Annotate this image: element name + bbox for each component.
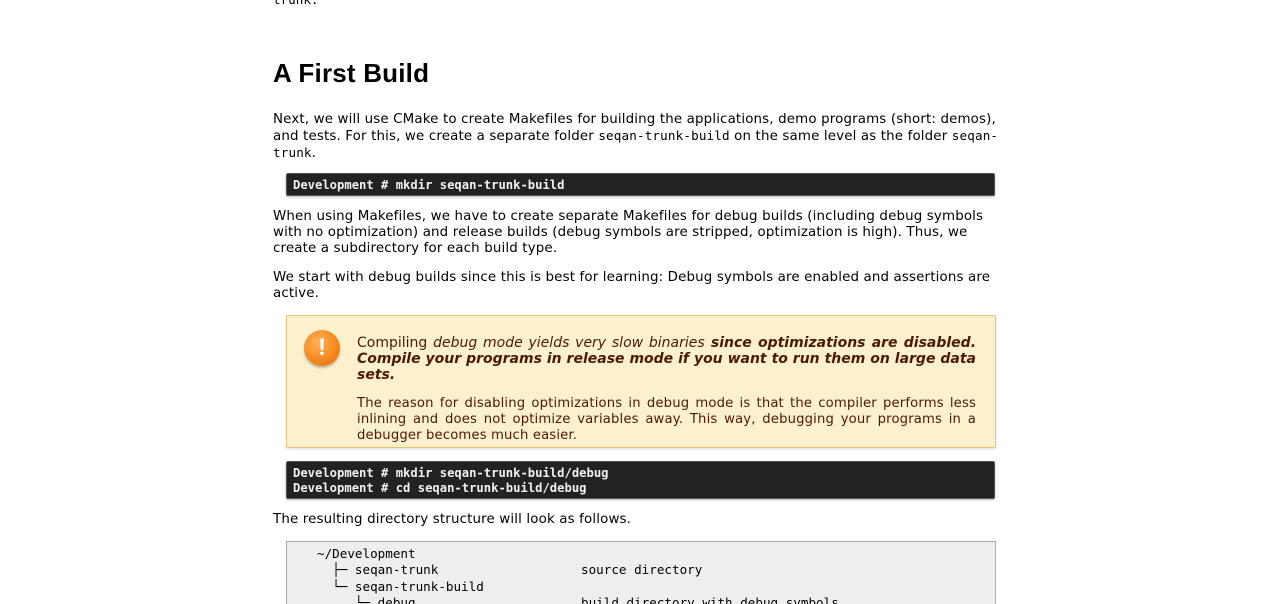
warning-exclamation-icon: ! bbox=[304, 330, 340, 366]
terminal-block-debug[interactable]: Development # mkdir seqan-trunk-build/de… bbox=[286, 461, 995, 499]
structure-paragraph: The resulting directory structure will l… bbox=[273, 512, 632, 527]
warning-explanation: The reason for disabling optimizations i… bbox=[357, 396, 976, 443]
tree-row: ├─ seqan-trunk source directory bbox=[317, 562, 995, 578]
tree-row: └─ seqan-trunk-build bbox=[317, 579, 995, 595]
tree-entry-description: build directory with debug symbols bbox=[581, 594, 839, 604]
intro-text-3: . bbox=[311, 146, 317, 161]
tree-entry-name: ~/Development bbox=[317, 546, 416, 561]
terminal-line: Development # mkdir seqan-trunk-build/de… bbox=[293, 466, 609, 480]
intro-text-2: on the same level as the folder bbox=[729, 129, 952, 144]
directory-tree-block: ~/Development ├─ seqan-trunk source direc… bbox=[286, 541, 996, 604]
tree-row: ~/Development bbox=[317, 546, 995, 562]
section-heading: A First Build bbox=[273, 58, 430, 88]
previous-paragraph-fragment: trunk. bbox=[273, 0, 319, 8]
tree-row: └─ debug build directory with debug symbo… bbox=[317, 595, 995, 604]
tree-entry-name: └─ seqan-trunk-build bbox=[317, 578, 484, 594]
inline-code-build-folder: seqan-trunk-build bbox=[598, 128, 730, 143]
terminal-line: Development # mkdir seqan-trunk-build bbox=[293, 178, 565, 192]
intro-paragraph: Next, we will use CMake to create Makefi… bbox=[273, 112, 1003, 162]
warning-main-emphasis: debug mode yields very slow binaries bbox=[433, 335, 705, 351]
terminal-block-mkdir[interactable]: Development # mkdir seqan-trunk-build bbox=[286, 173, 995, 196]
warning-icon-glyph: ! bbox=[318, 334, 326, 361]
terminal-line: Development # cd seqan-trunk-build/debug bbox=[293, 481, 587, 495]
warning-content: Compiling debug mode yields very slow bi… bbox=[357, 335, 976, 444]
tree-entry-description: source directory bbox=[581, 562, 703, 578]
tree-entry-name: └─ debug bbox=[317, 594, 416, 604]
warning-main-plain: Compiling bbox=[357, 335, 434, 351]
warning-admonition: ! Compiling debug mode yields very slow … bbox=[286, 315, 996, 448]
makefiles-paragraph: When using Makefiles, we have to create … bbox=[273, 209, 984, 256]
debug-builds-paragraph: We start with debug builds since this is… bbox=[273, 270, 991, 301]
tree-entry-name: ├─ seqan-trunk bbox=[317, 562, 439, 578]
warning-main-text: Compiling debug mode yields very slow bi… bbox=[357, 335, 976, 383]
